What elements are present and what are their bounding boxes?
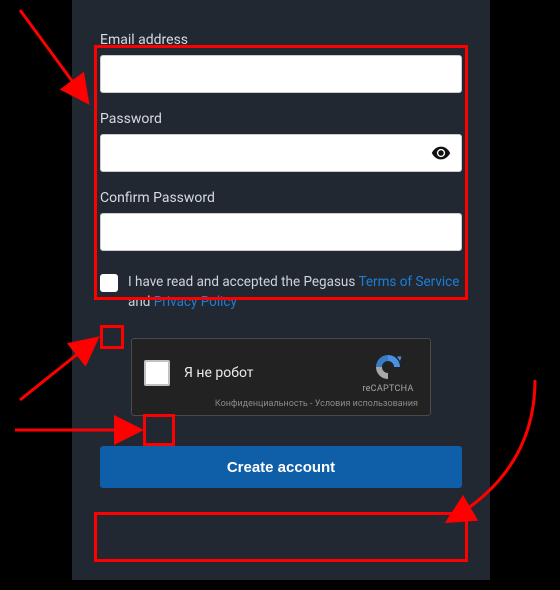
- confirm-password-input[interactable]: [100, 213, 462, 251]
- recaptcha-checkbox[interactable]: [144, 360, 170, 386]
- password-input[interactable]: [100, 134, 462, 172]
- terms-and: and: [128, 294, 154, 310]
- terms-checkbox[interactable]: [100, 274, 118, 292]
- signup-panel: Email address Password Confirm Password …: [72, 0, 490, 580]
- create-account-button[interactable]: Create account: [100, 446, 462, 488]
- terms-text: I have read and accepted the Pegasus Ter…: [128, 273, 462, 312]
- recaptcha-widget: Я не робот reCAPTCHA Конфиденциальность …: [131, 338, 431, 416]
- recaptcha-footer: Конфиденциальность - Условия использован…: [144, 399, 418, 409]
- recaptcha-icon: [373, 352, 403, 382]
- recaptcha-logo: reCAPTCHA: [358, 352, 418, 394]
- privacy-policy-link[interactable]: Privacy Policy: [154, 294, 237, 310]
- confirm-password-field-group: Confirm Password: [100, 190, 462, 251]
- terms-of-service-link[interactable]: Terms of Service: [358, 274, 459, 290]
- password-label: Password: [100, 111, 462, 127]
- recaptcha-label: Я не робот: [184, 365, 344, 381]
- terms-row: I have read and accepted the Pegasus Ter…: [100, 273, 462, 312]
- recaptcha-brand: reCAPTCHA: [362, 384, 413, 394]
- email-input[interactable]: [100, 55, 462, 93]
- terms-prefix: I have read and accepted the Pegasus: [128, 274, 358, 290]
- password-field-group: Password: [100, 111, 462, 172]
- email-field-group: Email address: [100, 32, 462, 93]
- email-label: Email address: [100, 32, 462, 48]
- confirm-password-label: Confirm Password: [100, 190, 462, 206]
- show-password-icon[interactable]: [430, 142, 452, 164]
